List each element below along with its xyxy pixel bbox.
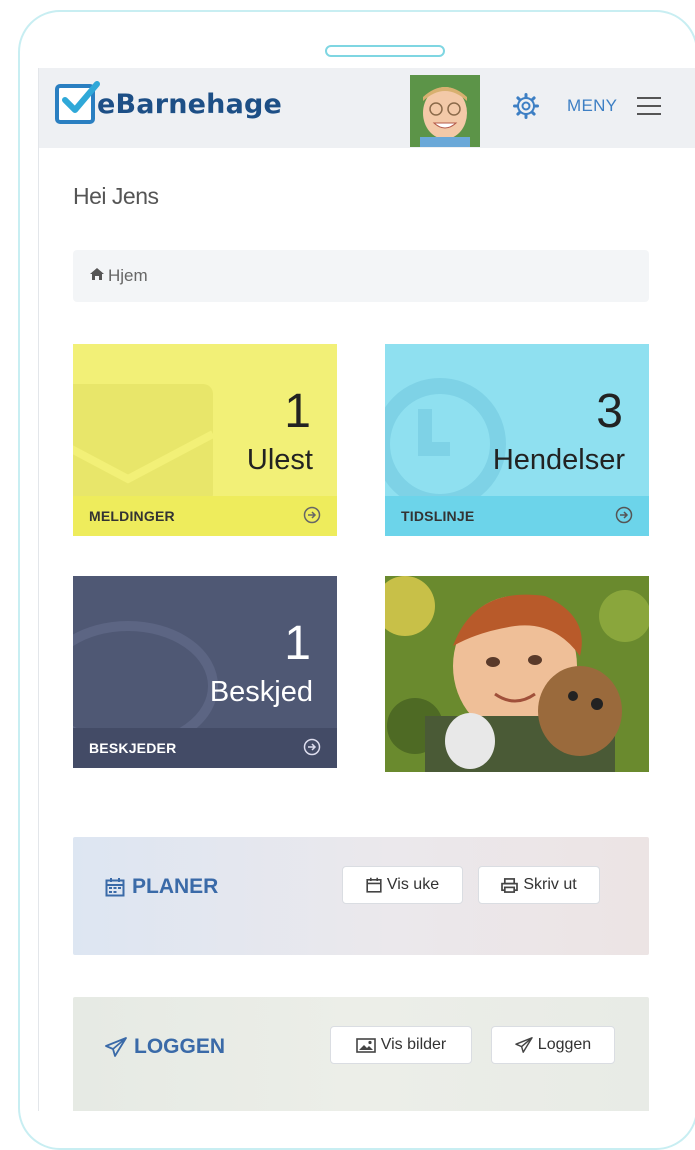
tile-footer[interactable]: MELDINGER xyxy=(73,496,337,536)
tile-beskjeder[interactable]: 1 Beskjed BESKJEDER xyxy=(73,576,337,768)
calendar-icon xyxy=(105,878,125,897)
tile-count: 1 xyxy=(284,385,311,438)
tile-meldinger[interactable]: 1 Ulest MELDINGER xyxy=(73,344,337,536)
tile-label: Hendelser xyxy=(492,444,625,476)
brand-logo[interactable]: eBarnehage xyxy=(55,81,283,124)
app-screen: eBarnehage MENY Hei Jens Hjem 1 Ulest ME… xyxy=(38,68,695,1111)
vis-bilder-button[interactable]: Vis bilder xyxy=(330,1026,472,1064)
print-icon xyxy=(501,877,519,893)
arrow-circle-icon xyxy=(303,506,321,529)
vis-bilder-label: Vis bilder xyxy=(380,1036,447,1053)
menu-button[interactable]: MENY xyxy=(567,96,617,116)
arrow-circle-icon xyxy=(615,506,633,529)
arrow-circle-icon xyxy=(303,738,321,761)
calendar-icon xyxy=(366,877,382,893)
tile-count: 1 xyxy=(284,617,311,670)
breadcrumb: Hjem xyxy=(73,250,649,302)
envelope-icon xyxy=(73,384,215,504)
phone-speaker xyxy=(325,45,445,57)
loggen-title-text: LOGGEN xyxy=(134,1035,226,1058)
brand-name: eBarnehage xyxy=(97,88,283,120)
loggen-title[interactable]: LOGGEN xyxy=(105,1035,225,1059)
checkbox-logo-icon xyxy=(55,81,100,124)
paper-plane-icon xyxy=(515,1037,533,1053)
tile-footer[interactable]: BESKJEDER xyxy=(73,728,337,768)
avatar[interactable] xyxy=(410,75,480,147)
vis-uke-label: Vis uke xyxy=(386,876,440,893)
tile-label: Ulest xyxy=(246,444,313,476)
child-photo xyxy=(385,576,649,772)
breadcrumb-home-link[interactable]: Hjem xyxy=(108,266,148,286)
top-bar: eBarnehage MENY xyxy=(39,68,695,148)
hamburger-icon[interactable] xyxy=(637,97,661,121)
loggen-panel: LOGGEN Vis bilder Loggen xyxy=(73,997,649,1111)
image-icon xyxy=(355,1037,376,1053)
tile-footer-label: BESKJEDER xyxy=(89,740,177,756)
planer-title-text: PLANER xyxy=(132,875,219,898)
tile-footer-label: MELDINGER xyxy=(89,508,175,524)
skriv-ut-button[interactable]: Skriv ut xyxy=(478,866,600,904)
greeting: Hei Jens xyxy=(73,183,159,209)
loggen-button[interactable]: Loggen xyxy=(491,1026,615,1064)
tile-label: Beskjed xyxy=(209,676,313,708)
paper-plane-icon xyxy=(105,1037,127,1057)
tile-footer-label: TIDSLINJE xyxy=(401,508,475,524)
planer-panel: PLANER Vis uke Skriv ut xyxy=(73,837,649,955)
home-icon[interactable] xyxy=(89,267,105,286)
skriv-ut-label: Skriv ut xyxy=(523,876,577,893)
tile-footer[interactable]: TIDSLINJE xyxy=(385,496,649,536)
gear-icon[interactable] xyxy=(513,93,539,124)
planer-title[interactable]: PLANER xyxy=(105,875,218,899)
tile-count: 3 xyxy=(596,385,623,438)
tile-tidslinje[interactable]: 3 Hendelser TIDSLINJE xyxy=(385,344,649,536)
photo-tile[interactable] xyxy=(385,576,649,772)
loggen-button-label: Loggen xyxy=(537,1036,592,1053)
vis-uke-button[interactable]: Vis uke xyxy=(342,866,463,904)
